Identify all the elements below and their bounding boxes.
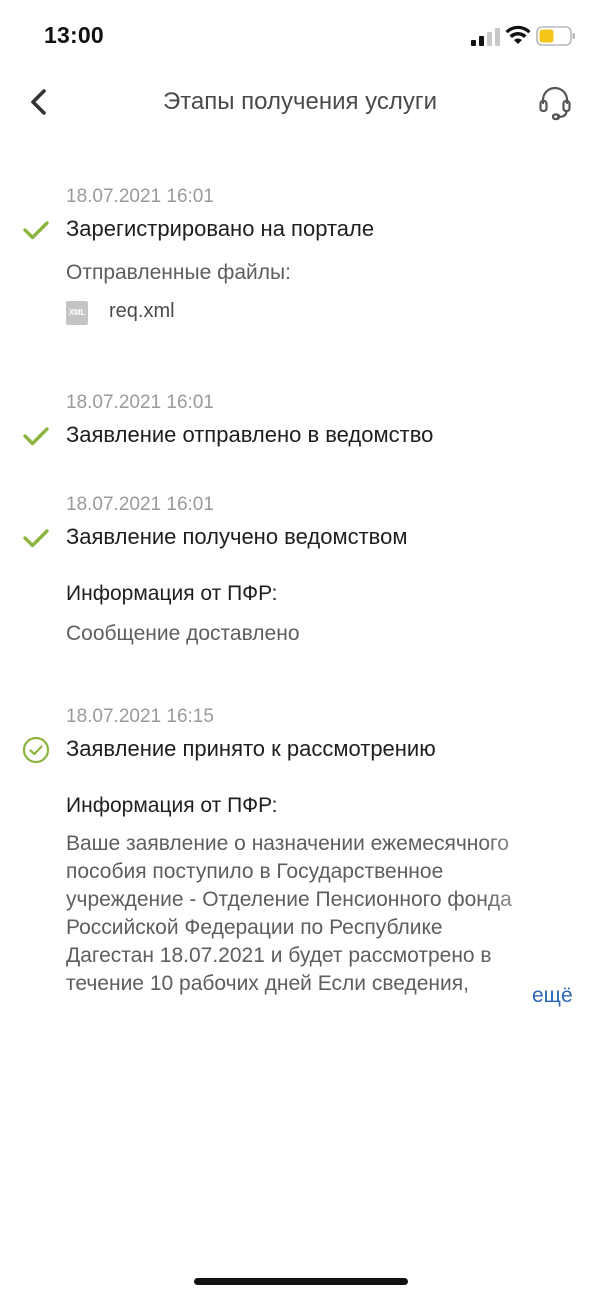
- headset-icon: [539, 86, 571, 121]
- status-time: 13:00: [44, 22, 104, 48]
- cellular-signal-icon: [471, 28, 500, 46]
- step-title: Заявление получено ведомством: [66, 524, 408, 549]
- page-title: Этапы получения услуги: [162, 88, 438, 115]
- checkmark-icon: [23, 529, 49, 548]
- info-line: пособия поступило в Государственное: [66, 860, 444, 883]
- info-line: Дагестан 18.07.2021 и будет рассмотрено …: [66, 944, 492, 967]
- info-line: учреждение - Отделение Пенсионного фонда: [66, 888, 512, 911]
- checkmark-icon: [23, 427, 49, 446]
- status-bar: 13:00: [0, 0, 600, 70]
- info-line: Российской Федерации по Республике: [66, 916, 443, 939]
- info-line: течение 10 рабочих дней Если сведения,: [66, 972, 469, 995]
- step-title: Заявление принято к рассмотрению: [66, 736, 436, 761]
- step-date: 18.07.2021 16:01: [66, 392, 214, 413]
- xml-file-icon: XML: [66, 301, 88, 325]
- check-circle-icon: [22, 736, 50, 764]
- chevron-left-icon: [31, 89, 46, 115]
- support-button[interactable]: [536, 84, 574, 122]
- step-date: 18.07.2021 16:01: [66, 186, 214, 207]
- info-label: Информация от ПФР:: [66, 794, 278, 817]
- info-text: Сообщение доставлено: [66, 622, 300, 645]
- home-indicator[interactable]: [194, 1278, 408, 1285]
- file-name: req.xml: [109, 300, 175, 322]
- step-title: Зарегистрировано на портале: [66, 216, 375, 241]
- checkmark-icon: [23, 221, 49, 240]
- header: Этапы получения услуги: [0, 70, 600, 134]
- back-button[interactable]: [24, 85, 54, 119]
- battery-icon: [536, 26, 575, 46]
- wifi-icon: [505, 25, 531, 44]
- sent-files-label: Отправленные файлы:: [66, 261, 291, 284]
- info-text: Ваше заявление о назначении ежемесячного…: [66, 830, 586, 998]
- more-link[interactable]: ещё: [532, 984, 573, 1008]
- step-date: 18.07.2021 16:15: [66, 706, 214, 727]
- info-label: Информация от ПФР:: [66, 582, 278, 605]
- step-date: 18.07.2021 16:01: [66, 494, 214, 515]
- info-line: Ваше заявление о назначении ежемесячного: [66, 832, 509, 855]
- step-title: Заявление отправлено в ведомство: [66, 422, 434, 447]
